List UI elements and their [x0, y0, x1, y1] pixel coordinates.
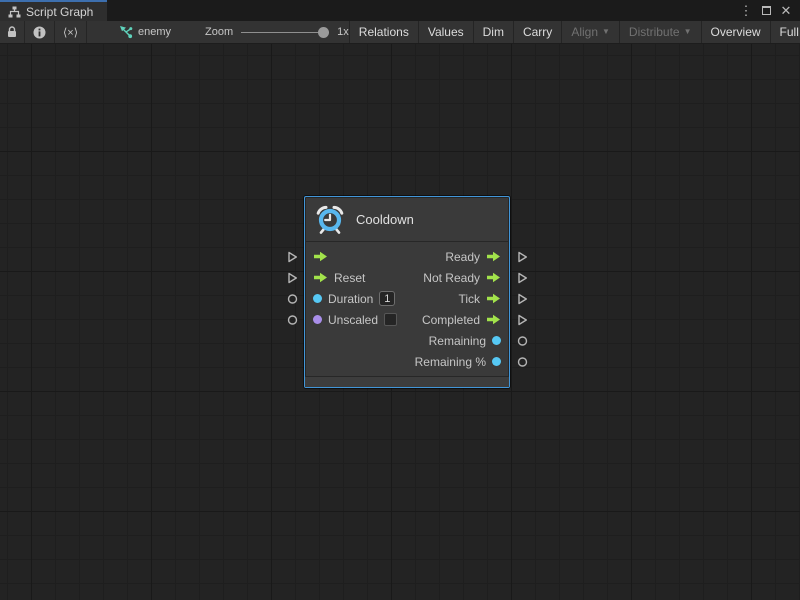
data-dot-icon	[313, 294, 322, 303]
port-label: Not Ready	[423, 271, 480, 285]
window-controls: ⋮ ✕	[738, 0, 800, 21]
input-slot-unscaled[interactable]: Unscaled	[313, 313, 397, 327]
port-label: Remaining	[429, 334, 486, 348]
zoom-control: Zoom 1x	[205, 21, 349, 43]
toolbar-button-carry[interactable]: Carry	[513, 21, 561, 43]
port-label: Duration	[328, 292, 373, 306]
zoom-slider-handle[interactable]	[318, 27, 329, 38]
graph-icon	[119, 25, 133, 39]
control-arrow-icon	[313, 272, 328, 283]
lock-button[interactable]	[0, 21, 25, 43]
chevron-down-icon: ▼	[602, 28, 610, 36]
toolbar-button-relations[interactable]: Relations	[349, 21, 418, 43]
data-dot-icon	[492, 357, 501, 366]
node-footer	[305, 376, 509, 387]
input-slot-reset[interactable]: Reset	[313, 271, 365, 285]
cooldown-node[interactable]: Cooldown Ready Reset Not Ready Duration 1 Tic…	[304, 196, 510, 388]
toolbar-button-full-screen[interactable]: Full Screen	[770, 21, 800, 43]
control-arrow-icon	[486, 272, 501, 283]
port-label: Completed	[422, 313, 480, 327]
port-row: Remaining %	[305, 351, 509, 372]
graph-name-label: enemy	[138, 26, 171, 38]
output-port-not-ready[interactable]	[517, 272, 528, 284]
output-port-tick[interactable]	[517, 293, 528, 305]
zoom-slider-track	[241, 32, 329, 33]
node-header[interactable]: Cooldown	[305, 197, 509, 242]
port-row: Unscaled Completed	[305, 309, 509, 330]
output-port-ready[interactable]	[517, 251, 528, 263]
output-slot-remaining[interactable]: Remaining	[429, 334, 501, 348]
lock-icon	[7, 26, 17, 38]
toolbar-button-label: Distribute	[629, 25, 680, 39]
tab-script-graph[interactable]: Script Graph	[0, 0, 107, 21]
control-arrow-icon	[486, 251, 501, 262]
toolbar-button-distribute: Distribute ▼	[619, 21, 701, 43]
toolbar-button-label: Carry	[523, 25, 552, 39]
toolbar-button-values[interactable]: Values	[418, 21, 473, 43]
zoom-label: Zoom	[205, 26, 233, 38]
control-arrow-icon	[486, 314, 501, 325]
input-port-unscaled[interactable]	[287, 314, 298, 325]
code-view-button[interactable]: ⟨×⟩	[55, 21, 87, 43]
port-row: Duration 1 Tick	[305, 288, 509, 309]
port-label: Reset	[334, 271, 365, 285]
port-label: Unscaled	[328, 313, 378, 327]
output-port-remaining[interactable]	[517, 335, 528, 346]
view-buttons-group: Relations Values Dim Carry Align ▼ Distribute ▼…	[349, 21, 800, 43]
toolbar-button-label: Full Screen	[780, 25, 800, 39]
data-dot-icon	[313, 315, 322, 324]
unscaled-checkbox[interactable]	[384, 313, 397, 326]
node-title: Cooldown	[356, 212, 414, 227]
maximize-icon[interactable]	[758, 3, 774, 19]
output-slot-remaining-pct[interactable]: Remaining %	[415, 355, 501, 369]
info-icon	[33, 26, 46, 39]
toolbar-button-dim[interactable]: Dim	[473, 21, 513, 43]
graph-toolbar: ⟨×⟩ enemy Zoom 1x Relations Values Dim Carr…	[0, 21, 800, 44]
graph-canvas[interactable]: Cooldown Ready Reset Not Ready Duration 1 Tic…	[0, 44, 800, 600]
input-slot-duration[interactable]: Duration 1	[313, 291, 395, 306]
toolbar-button-label: Align	[571, 25, 598, 39]
toolbar-button-label: Values	[428, 25, 464, 39]
duration-value-field[interactable]: 1	[379, 291, 395, 306]
port-row: Remaining	[305, 330, 509, 351]
output-slot-not-ready[interactable]: Not Ready	[423, 271, 501, 285]
control-arrow-icon	[313, 251, 328, 262]
toolbar-button-label: Relations	[359, 25, 409, 39]
window-menu-icon[interactable]: ⋮	[738, 3, 754, 19]
port-row: Reset Not Ready	[305, 267, 509, 288]
window-tab-bar: Script Graph ⋮ ✕	[0, 0, 800, 21]
output-slot-completed[interactable]: Completed	[422, 313, 501, 327]
zoom-slider[interactable]	[241, 27, 329, 38]
data-dot-icon	[492, 336, 501, 345]
input-port-reset[interactable]	[287, 272, 298, 284]
input-port-port[interactable]	[287, 251, 298, 263]
toolbar-button-label: Dim	[483, 25, 504, 39]
code-icon: ⟨×⟩	[63, 26, 78, 39]
control-arrow-icon	[486, 293, 501, 304]
script-graph-icon	[8, 6, 21, 18]
info-button[interactable]	[25, 21, 55, 43]
toolbar-button-align: Align ▼	[561, 21, 619, 43]
chevron-down-icon: ▼	[684, 28, 692, 36]
input-port-duration[interactable]	[287, 293, 298, 304]
output-slot-ready[interactable]: Ready	[445, 250, 501, 264]
alarm-clock-icon	[315, 204, 345, 234]
zoom-value: 1x	[337, 26, 349, 38]
toolbar-button-overview[interactable]: Overview	[701, 21, 770, 43]
graph-breadcrumb[interactable]: enemy	[111, 21, 179, 43]
port-label: Ready	[445, 250, 480, 264]
tab-label: Script Graph	[26, 5, 93, 19]
port-row: Ready	[305, 246, 509, 267]
input-slot-port[interactable]	[313, 251, 328, 262]
output-port-completed[interactable]	[517, 314, 528, 326]
port-label: Remaining %	[415, 355, 486, 369]
close-icon[interactable]: ✕	[778, 3, 794, 19]
port-label: Tick	[458, 292, 480, 306]
node-body: Ready Reset Not Ready Duration 1 Tick Unscaled…	[305, 242, 509, 376]
toolbar-button-label: Overview	[711, 25, 761, 39]
output-slot-tick[interactable]: Tick	[458, 292, 501, 306]
output-port-remaining-pct[interactable]	[517, 356, 528, 367]
